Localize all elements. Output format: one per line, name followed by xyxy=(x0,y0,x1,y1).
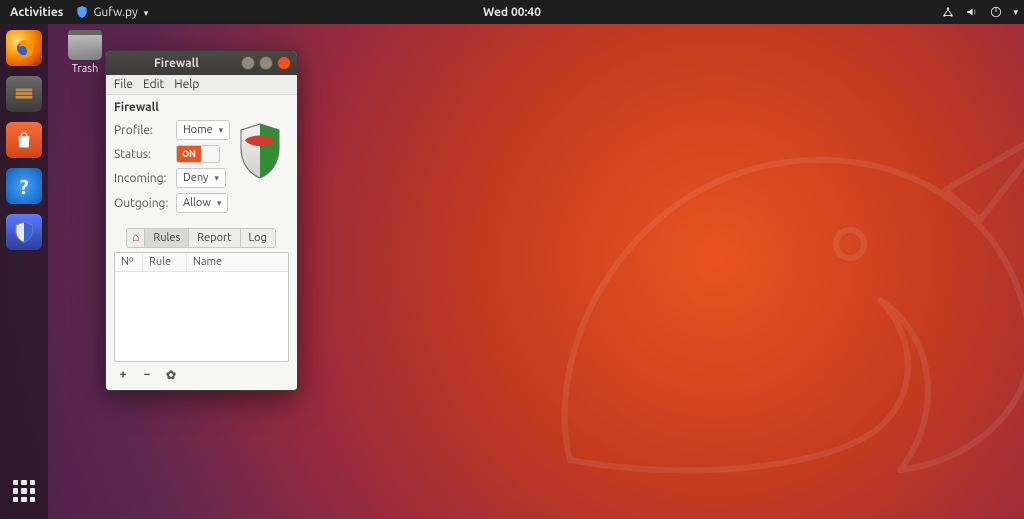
tab-report[interactable]: Report xyxy=(188,228,240,248)
profile-dropdown[interactable]: Home ▾ xyxy=(176,120,230,140)
shopping-bag-icon xyxy=(13,129,35,151)
chevron-down-icon: ▾ xyxy=(219,125,224,136)
add-rule-button[interactable]: + xyxy=(116,368,130,382)
rules-list[interactable]: Nº Rule Name xyxy=(114,252,289,362)
volume-icon[interactable] xyxy=(965,5,979,19)
menu-help[interactable]: Help xyxy=(174,78,199,91)
close-button[interactable] xyxy=(277,56,291,70)
chevron-down-icon: ▾ xyxy=(214,173,219,184)
desktop-trash[interactable]: Trash xyxy=(60,30,110,75)
trash-label: Trash xyxy=(60,63,110,75)
tab-bar: ⌂ Rules Report Log xyxy=(114,228,289,248)
clock: Wed 00:40 xyxy=(0,6,1024,19)
col-rule[interactable]: Rule xyxy=(143,253,187,271)
outgoing-value: Allow xyxy=(183,197,211,209)
profile-label: Profile: xyxy=(114,124,170,137)
chevron-down-icon: ▾ xyxy=(217,198,222,209)
list-header: Nº Rule Name xyxy=(115,253,288,272)
dock-software[interactable] xyxy=(6,122,42,158)
active-app-name: Gufw.py xyxy=(93,6,137,19)
apps-grid-icon xyxy=(13,480,35,502)
outgoing-label: Outgoing: xyxy=(114,197,170,210)
top-panel: Activities Gufw.py Wed 00:40 ▾ xyxy=(0,0,1024,24)
minimize-button[interactable] xyxy=(241,56,255,70)
dock-firefox[interactable] xyxy=(6,30,42,66)
activities-button[interactable]: Activities xyxy=(6,6,67,19)
col-number[interactable]: Nº xyxy=(115,253,143,271)
tab-rules[interactable]: Rules xyxy=(144,228,189,248)
gufw-window: Firewall File Edit Help Firewall Profile… xyxy=(105,50,298,391)
network-icon[interactable] xyxy=(941,5,955,19)
trash-icon xyxy=(68,30,102,60)
remove-rule-button[interactable]: − xyxy=(140,368,154,382)
section-title: Firewall xyxy=(114,101,289,114)
rule-settings-button[interactable]: ✿ xyxy=(164,368,178,382)
shield-small-icon xyxy=(75,5,89,19)
dock-help[interactable]: ? xyxy=(6,168,42,204)
dock-gufw[interactable] xyxy=(6,214,42,250)
shield-icon xyxy=(237,122,283,180)
shield-icon xyxy=(12,220,36,244)
incoming-dropdown[interactable]: Deny ▾ xyxy=(176,168,226,188)
power-icon[interactable] xyxy=(989,5,1003,19)
window-title: Firewall xyxy=(112,57,241,70)
incoming-value: Deny xyxy=(183,172,208,184)
tab-home[interactable]: ⌂ xyxy=(126,228,145,248)
col-name[interactable]: Name xyxy=(187,253,288,271)
chevron-down-icon xyxy=(142,6,149,19)
wallpaper-bird xyxy=(420,40,1024,519)
status-toggle[interactable]: ON xyxy=(176,145,220,163)
shield-graphic xyxy=(237,122,283,183)
menu-file[interactable]: File xyxy=(114,78,133,91)
dock: ? xyxy=(0,24,48,519)
dock-show-apps[interactable] xyxy=(6,473,42,509)
menu-edit[interactable]: Edit xyxy=(143,78,164,91)
chevron-down-icon[interactable]: ▾ xyxy=(1013,7,1018,18)
list-toolbar: + − ✿ xyxy=(114,362,289,382)
titlebar[interactable]: Firewall xyxy=(106,51,297,75)
question-icon: ? xyxy=(20,175,29,198)
profile-value: Home xyxy=(183,124,213,136)
files-icon xyxy=(13,83,35,105)
status-label: Status: xyxy=(114,148,170,161)
status-on-text: ON xyxy=(177,146,201,162)
outgoing-dropdown[interactable]: Allow ▾ xyxy=(176,193,228,213)
maximize-button[interactable] xyxy=(259,56,273,70)
firefox-icon xyxy=(12,36,36,60)
active-app-menu[interactable]: Gufw.py xyxy=(75,5,148,19)
home-icon: ⌂ xyxy=(132,232,139,244)
dock-files[interactable] xyxy=(6,76,42,112)
menubar: File Edit Help xyxy=(106,75,297,95)
tab-log[interactable]: Log xyxy=(240,228,276,248)
incoming-label: Incoming: xyxy=(114,172,170,185)
